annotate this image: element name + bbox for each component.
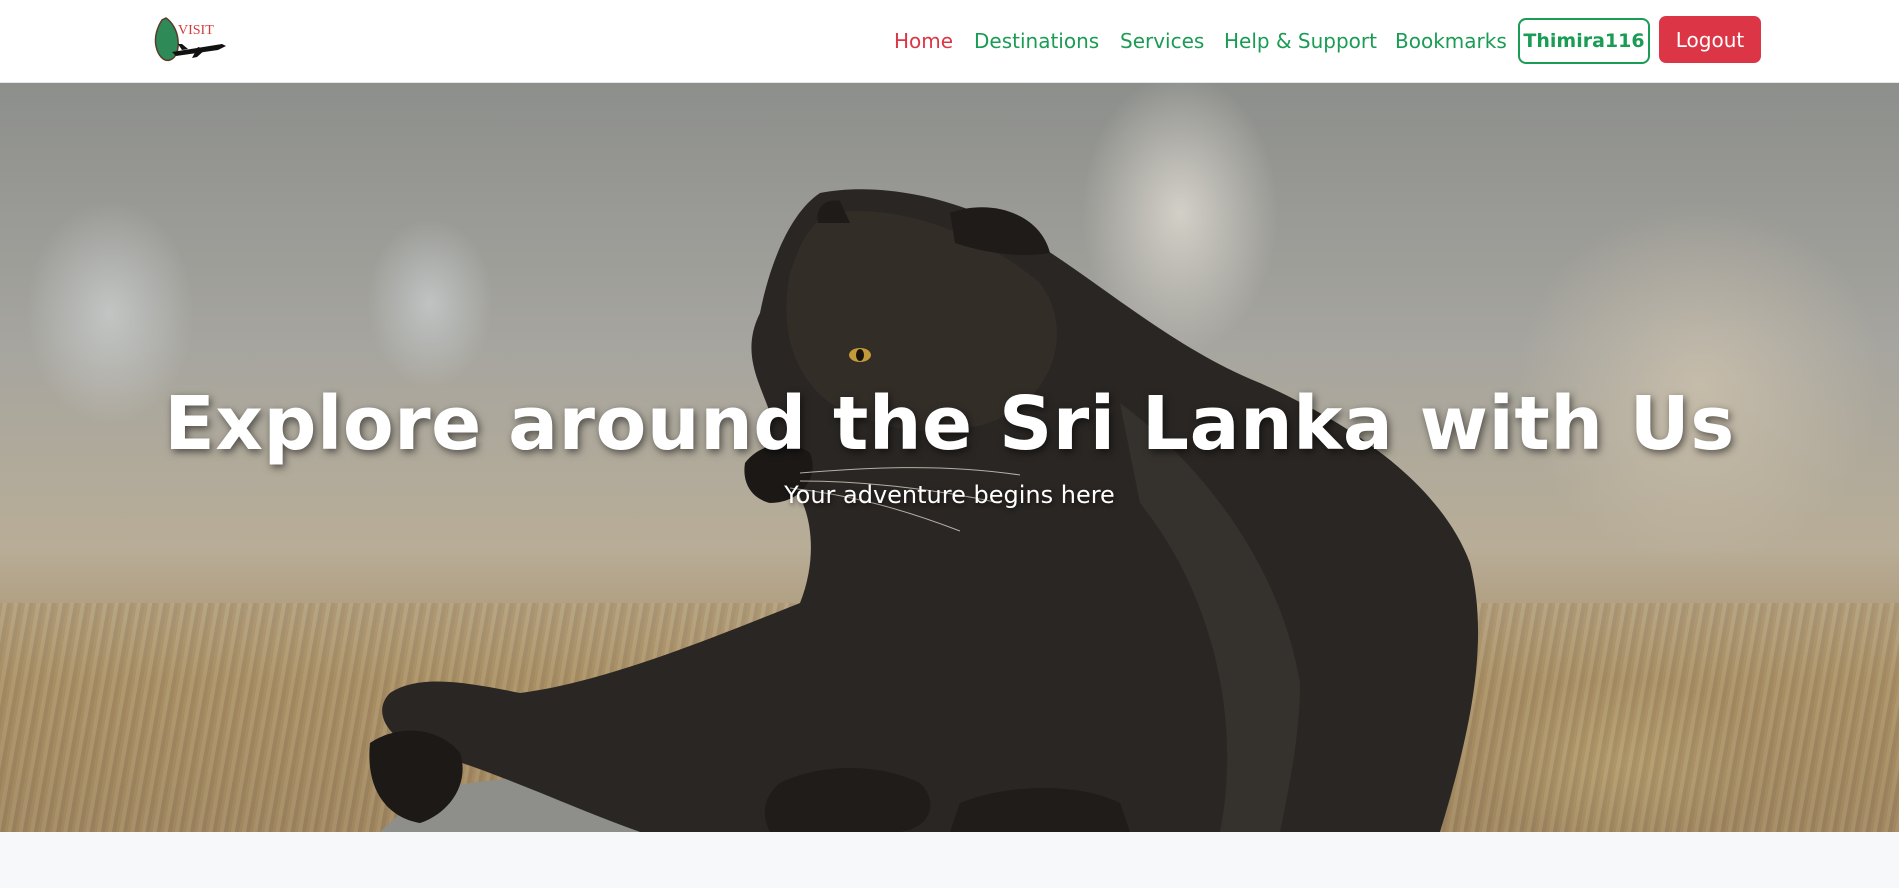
user-profile-button[interactable]: Thimira116 [1518,18,1650,64]
hero-subtitle: Your adventure begins here [784,481,1115,509]
logout-button[interactable]: Logout [1659,16,1761,63]
nav-help-support[interactable]: Help & Support [1224,27,1377,55]
site-logo[interactable]: VISIT [152,14,232,66]
nav-bookmarks[interactable]: Bookmarks [1395,27,1507,55]
logo-text: VISIT [178,23,214,38]
nav-home[interactable]: Home [894,27,953,55]
nav-destinations[interactable]: Destinations [974,27,1099,55]
hero-banner: Explore around the Sri Lanka with Us You… [0,83,1899,832]
logo-icon: VISIT [154,17,226,62]
navbar: VISIT Home Destinations Services Help & … [0,0,1899,83]
hero-title: Explore around the Sri Lanka with Us [164,381,1735,467]
nav-services[interactable]: Services [1120,27,1204,55]
